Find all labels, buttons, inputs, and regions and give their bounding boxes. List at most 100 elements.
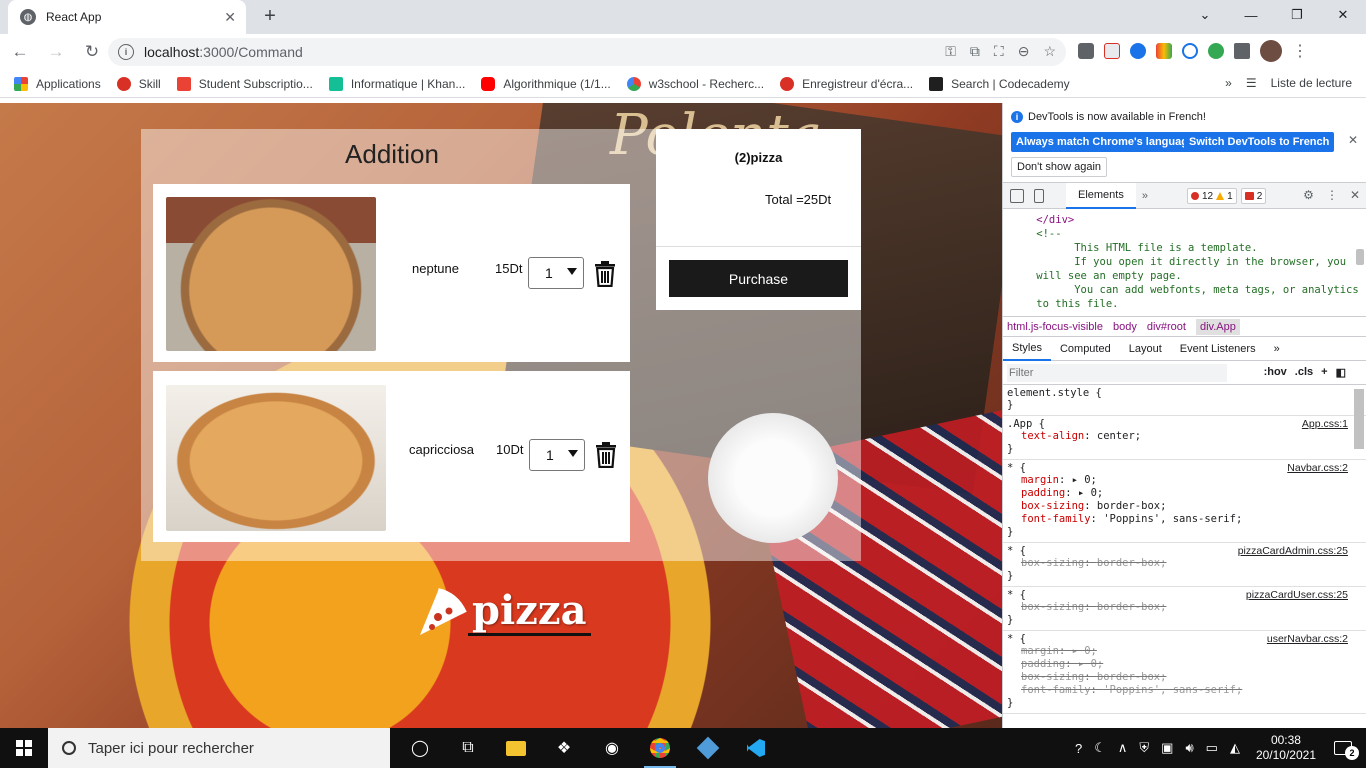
- css-property-overridden[interactable]: box-sizing: border-box;: [1007, 671, 1348, 684]
- network-icon[interactable]: ◭: [1230, 740, 1240, 756]
- help-icon[interactable]: ?: [1075, 741, 1082, 756]
- css-source-link[interactable]: Navbar.css:2: [1287, 462, 1348, 474]
- browser-tab[interactable]: ◍ React App ✕: [8, 0, 246, 34]
- css-source-link[interactable]: App.css:1: [1302, 418, 1348, 430]
- file-explorer-icon[interactable]: [492, 728, 540, 768]
- switch-french-button[interactable]: Switch DevTools to French: [1184, 132, 1335, 152]
- dom-line[interactable]: will see an empty page.: [1003, 269, 1366, 283]
- cls-toggle[interactable]: .cls: [1295, 366, 1313, 379]
- css-selector[interactable]: .App {: [1007, 418, 1348, 430]
- device-toolbar-icon[interactable]: [1034, 188, 1044, 203]
- inspect-element-icon[interactable]: [1010, 188, 1024, 203]
- device-icon[interactable]: ▣: [1161, 740, 1173, 756]
- breadcrumb-item[interactable]: body: [1113, 321, 1137, 333]
- dom-line[interactable]: <!--: [1003, 227, 1366, 241]
- css-rule[interactable]: element.style { }: [1003, 385, 1366, 416]
- css-rule[interactable]: * { pizzaCardUser.css:25 box-sizing: bor…: [1003, 587, 1366, 631]
- vscode-icon[interactable]: [732, 728, 780, 768]
- address-bar[interactable]: i localhost:3000/Command ⚿ ⧉ ⛶ ⊖ ☆: [108, 38, 1066, 66]
- styles-filter-input[interactable]: [1007, 363, 1227, 382]
- css-source-link[interactable]: userNavbar.css:2: [1267, 633, 1348, 645]
- hov-toggle[interactable]: :hov: [1264, 366, 1287, 379]
- security-icon[interactable]: ⛨: [1139, 740, 1149, 756]
- extension-icon[interactable]: [1208, 43, 1224, 59]
- toggle-sidebar-icon[interactable]: ◧: [1336, 366, 1346, 379]
- extension-icon[interactable]: [1156, 43, 1172, 59]
- new-tab-button[interactable]: +: [258, 6, 282, 26]
- dom-scrollbar[interactable]: [1356, 249, 1364, 265]
- start-button[interactable]: [0, 728, 48, 768]
- breadcrumb-item[interactable]: div#root: [1147, 321, 1186, 333]
- reading-list-button[interactable]: Liste de lecture: [1271, 76, 1352, 90]
- css-selector[interactable]: element.style {: [1007, 387, 1348, 399]
- quantity-select[interactable]: 1: [529, 439, 585, 471]
- dom-line[interactable]: to this file.: [1003, 297, 1366, 311]
- tab-styles[interactable]: Styles: [1003, 337, 1051, 361]
- dropbox-icon[interactable]: ❖: [540, 728, 588, 768]
- bookmark-codecademy[interactable]: Search | Codecademy: [929, 76, 1070, 91]
- styles-scrollbar[interactable]: [1354, 389, 1364, 449]
- dom-line[interactable]: You can add webfonts, meta tags, or anal…: [1003, 283, 1366, 297]
- dom-line[interactable]: </div>: [1003, 213, 1366, 227]
- breadcrumb-item[interactable]: div.App: [1195, 318, 1240, 335]
- css-property-overridden[interactable]: font-family: 'Poppins', sans-serif;: [1007, 684, 1348, 697]
- purchase-button[interactable]: Purchase: [669, 260, 848, 297]
- bookmark-google[interactable]: w3school - Recherc...: [626, 76, 764, 91]
- match-language-button[interactable]: Always match Chrome's language: [1011, 132, 1200, 152]
- pizza-logo[interactable]: pizza: [416, 587, 591, 637]
- css-property-overridden[interactable]: box-sizing: border-box;: [1007, 557, 1348, 570]
- breadcrumb-item[interactable]: html.js-focus-visible: [1007, 321, 1103, 333]
- css-source-link[interactable]: pizzaCardAdmin.css:25: [1238, 545, 1348, 557]
- forward-button[interactable]: →: [40, 36, 72, 68]
- bookmark-star-icon[interactable]: ☆: [1043, 43, 1056, 60]
- translate-icon[interactable]: ⛶: [994, 43, 1004, 60]
- notification-center-icon[interactable]: 2: [1334, 741, 1359, 760]
- extension-icon[interactable]: [1182, 43, 1198, 59]
- task-view-icon[interactable]: ⧉: [444, 728, 492, 768]
- night-light-icon[interactable]: ☾: [1094, 740, 1106, 756]
- settings-gear-icon[interactable]: ⚙: [1303, 188, 1314, 202]
- more-bookmarks-icon[interactable]: »: [1225, 76, 1232, 90]
- key-icon[interactable]: ⚿: [945, 43, 956, 60]
- bookmark-gmail[interactable]: Student Subscriptio...: [176, 76, 313, 91]
- quantity-select[interactable]: 1: [528, 257, 584, 289]
- cortana-icon[interactable]: ◯: [396, 728, 444, 768]
- css-property[interactable]: padding: ▸ 0;: [1007, 487, 1348, 500]
- bookmark-recorder[interactable]: Enregistreur d'écra...: [780, 76, 913, 91]
- add-rule-icon[interactable]: +: [1321, 366, 1327, 379]
- bookmark-khan[interactable]: Informatique | Khan...: [328, 76, 465, 91]
- reload-button[interactable]: ↻: [76, 36, 108, 68]
- clock[interactable]: 00:38 20/10/2021: [1256, 733, 1316, 763]
- extension-icon[interactable]: [1130, 43, 1146, 59]
- bookmark-applications[interactable]: Applications: [14, 76, 101, 91]
- zoom-icon[interactable]: ⊖: [1018, 43, 1030, 60]
- dom-line[interactable]: If you open it directly in the browser, …: [1003, 255, 1366, 269]
- css-rule[interactable]: * { pizzaCardAdmin.css:25 box-sizing: bo…: [1003, 543, 1366, 587]
- tab-event-listeners[interactable]: Event Listeners: [1171, 337, 1265, 361]
- css-property[interactable]: margin: ▸ 0;: [1007, 474, 1348, 487]
- chrome-menu-icon[interactable]: ⋮: [1292, 41, 1308, 61]
- css-property-overridden[interactable]: box-sizing: border-box;: [1007, 601, 1348, 614]
- error-count-badge[interactable]: 12 1: [1187, 188, 1237, 204]
- css-property[interactable]: text-align: center;: [1007, 430, 1348, 443]
- issues-badge[interactable]: 2: [1240, 188, 1267, 204]
- bookmark-youtube[interactable]: Algorithmique (1/1...: [481, 76, 611, 91]
- close-tab-icon[interactable]: ✕: [224, 9, 236, 26]
- css-property[interactable]: font-family: 'Poppins', sans-serif;: [1007, 513, 1348, 526]
- css-property[interactable]: box-sizing: border-box;: [1007, 500, 1348, 513]
- tab-elements[interactable]: Elements: [1066, 182, 1136, 209]
- git-icon[interactable]: [684, 728, 732, 768]
- open-external-icon[interactable]: ⧉: [970, 43, 980, 60]
- more-subtabs-icon[interactable]: »: [1265, 337, 1289, 361]
- puzzle-icon[interactable]: [1234, 43, 1250, 59]
- dont-show-again-button[interactable]: Don't show again: [1011, 157, 1108, 177]
- tab-search-icon[interactable]: ⌄: [1182, 0, 1228, 30]
- extension-icon[interactable]: [1104, 43, 1120, 59]
- minimize-button[interactable]: —: [1228, 0, 1274, 30]
- dom-line[interactable]: This HTML file is a template.: [1003, 241, 1366, 255]
- battery-icon[interactable]: ▭: [1206, 740, 1218, 756]
- dom-tree[interactable]: </div> <!-- This HTML file is a template…: [1003, 209, 1366, 317]
- css-property-overridden[interactable]: margin: ▸ 0;: [1007, 645, 1348, 658]
- extension-icon[interactable]: [1078, 43, 1094, 59]
- close-window-button[interactable]: ✕: [1320, 0, 1366, 30]
